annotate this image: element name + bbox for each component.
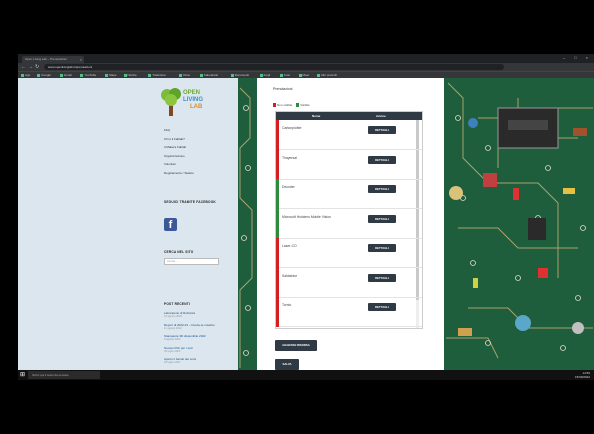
details-button[interactable]: DETTAGLI [368, 303, 396, 311]
recent-posts-heading: POST RECENTI [164, 302, 190, 306]
details-button[interactable]: DETTAGLI [368, 244, 396, 252]
sidebar-menu-item[interactable]: FAQ [164, 126, 234, 135]
desktop-screen: Open Living Lab – Prenotazioni × – □ × ←… [18, 54, 594, 380]
follow-facebook-heading: SEGUICI TRAMITE FACEBOOK [164, 200, 216, 204]
details-button[interactable]: DETTAGLI [368, 273, 396, 282]
add-resource-button[interactable]: AGGIUNGI RISORSA [275, 340, 317, 351]
resource-name: Laser-CO [282, 244, 297, 248]
status-indicator [276, 208, 279, 239]
search-heading: CERCA NEL SITO [164, 250, 194, 254]
recent-post-item[interactable]: Laboratorio di Robotica 15 agosto 2022 [164, 311, 238, 319]
table-row: Thayersal DETTAGLI [276, 149, 422, 180]
resource-table: Nome Azione Cartonplotter DETTAGLI Thayers… [275, 111, 423, 329]
legend-busy-label: Non visibile [277, 103, 293, 107]
legend-busy-swatch [273, 103, 276, 108]
taskbar-apps [114, 372, 186, 378]
status-indicator [276, 120, 279, 150]
recent-post-date: 18 luglio 2022 [164, 361, 181, 364]
forward-icon[interactable]: → [28, 64, 33, 70]
recent-post-item[interactable]: Stampante 3D disponibile 2022 5 agosto 20… [164, 334, 238, 342]
page-title: Prenotazioni [273, 87, 293, 91]
tree-icon [161, 88, 181, 116]
details-button[interactable]: DETTAGLI [368, 155, 396, 164]
recent-post-item[interactable]: Nuova CNC per i soci 26 luglio 2022 [164, 346, 238, 354]
table-row: Decoder DETTAGLI [276, 179, 422, 209]
resource-name: Cartonplotter [282, 126, 302, 130]
recent-post-date: 11 agosto 2022 [164, 326, 182, 330]
open-living-lab-logo[interactable]: OPEN LIVING LAB [160, 84, 212, 120]
recent-posts-list: Laboratorio di Robotica 15 agosto 2022 Rep… [164, 311, 238, 369]
resource-name: Saldatrice [282, 273, 298, 278]
table-row: Cartonplotter DETTAGLI [276, 120, 422, 150]
resource-name: Decoder [282, 185, 295, 189]
save-button[interactable]: SALVA [275, 359, 299, 370]
table-row: Microsoft Hololens Mobile Vision DETTAGLI [276, 208, 422, 239]
recent-post-item[interactable]: Report di 2022-23 – Fai-da-te creativo 11… [164, 323, 238, 331]
status-indicator [276, 179, 279, 209]
bookmarks-bar: App Google Gmail YouTube Maps Notizie Tradutto… [18, 71, 594, 78]
status-indicator [276, 297, 279, 327]
details-button[interactable]: DETTAGLI [368, 126, 396, 134]
status-indicator [276, 238, 279, 268]
status-indicator [276, 267, 279, 298]
web-page: OPEN LIVING LAB FAQ Chi è il Fablab? Il Ma… [18, 78, 594, 370]
resource-name: Tornio [282, 303, 292, 307]
recent-post-date: 26 luglio 2022 [164, 349, 181, 353]
system-tray[interactable]: 14:50 15/09/2022 [575, 371, 590, 379]
status-indicator [276, 149, 279, 180]
taskbar-search[interactable]: Scrivi qui il testo da cercare [28, 371, 100, 379]
status-legend: Non visibile Visibile [273, 103, 310, 108]
resource-name: Microsoft Hololens Mobile Vision [282, 214, 331, 219]
legend-free-swatch [296, 103, 300, 108]
table-header: Nome Azione [276, 112, 422, 120]
logo-text-living: LIVING [183, 97, 204, 103]
logo-text-lab: LAB [190, 104, 203, 110]
windows-taskbar: ⊞ Scrivi qui il testo da cercare 14:50 1… [18, 370, 594, 380]
column-header-name: Nome [312, 114, 321, 118]
sidebar-menu-item[interactable]: Organizzazione [164, 152, 234, 161]
clock-date: 15/09/2022 [574, 375, 590, 379]
table-row: Tornio DETTAGLI [276, 297, 422, 327]
resource-name: Thayersal [282, 155, 297, 160]
sidebar-menu-item[interactable]: Il Makers Fablab [164, 143, 234, 152]
address-bar[interactable]: www.openlivinglab.it/prenotazioni [44, 64, 504, 70]
details-button[interactable]: DETTAGLI [368, 185, 396, 193]
details-button[interactable]: DETTAGLI [368, 214, 396, 223]
recent-post-date: 15 agosto 2022 [164, 315, 182, 318]
sidebar: OPEN LIVING LAB FAQ Chi è il Fablab? Il Ma… [18, 78, 238, 370]
browser-tab[interactable]: Open Living Lab – Prenotazioni × [22, 56, 84, 63]
window-controls[interactable]: – □ × [563, 55, 592, 60]
recent-post-item[interactable]: Aperto il bando dei corsi 18 luglio 2022 [164, 357, 238, 365]
browser-toolbar: ← → ↻ www.openlivinglab.it/prenotazioni [18, 63, 594, 78]
facebook-icon[interactable]: f [164, 218, 177, 231]
browser-tabbar: Open Living Lab – Prenotazioni × – □ × [18, 54, 594, 63]
table-row: Laser-CO DETTAGLI [276, 238, 422, 268]
logo-text-open: OPEN [183, 90, 201, 96]
sidebar-menu-item[interactable]: Chi è il Fablab? [164, 135, 234, 144]
back-icon[interactable]: ← [21, 64, 26, 70]
extension-icons[interactable] [550, 65, 590, 78]
search-input[interactable]: Cerca ... [164, 258, 219, 265]
sidebar-menu-item[interactable]: Volontari [164, 160, 234, 169]
sidebar-menu: FAQ Chi è il Fablab? Il Makers Fablab Organ… [164, 126, 234, 177]
close-icon[interactable]: × [80, 56, 82, 63]
sidebar-menu-item[interactable]: Regolamento / Statuto [164, 169, 234, 178]
reload-icon[interactable]: ↻ [35, 64, 39, 70]
windows-start-icon[interactable]: ⊞ [20, 372, 26, 378]
recent-post-date: 5 agosto 2022 [164, 338, 181, 341]
main-content: Prenotazioni Non visibile Visibile Nome … [257, 78, 444, 370]
video-frame: Open Living Lab – Prenotazioni × – □ × ←… [0, 0, 594, 434]
tab-title: Open Living Lab – Prenotazioni [25, 57, 67, 61]
column-header-action: Azione [376, 114, 386, 118]
table-row: Saldatrice DETTAGLI [276, 267, 422, 298]
legend-free-label: Visibile [300, 103, 310, 107]
